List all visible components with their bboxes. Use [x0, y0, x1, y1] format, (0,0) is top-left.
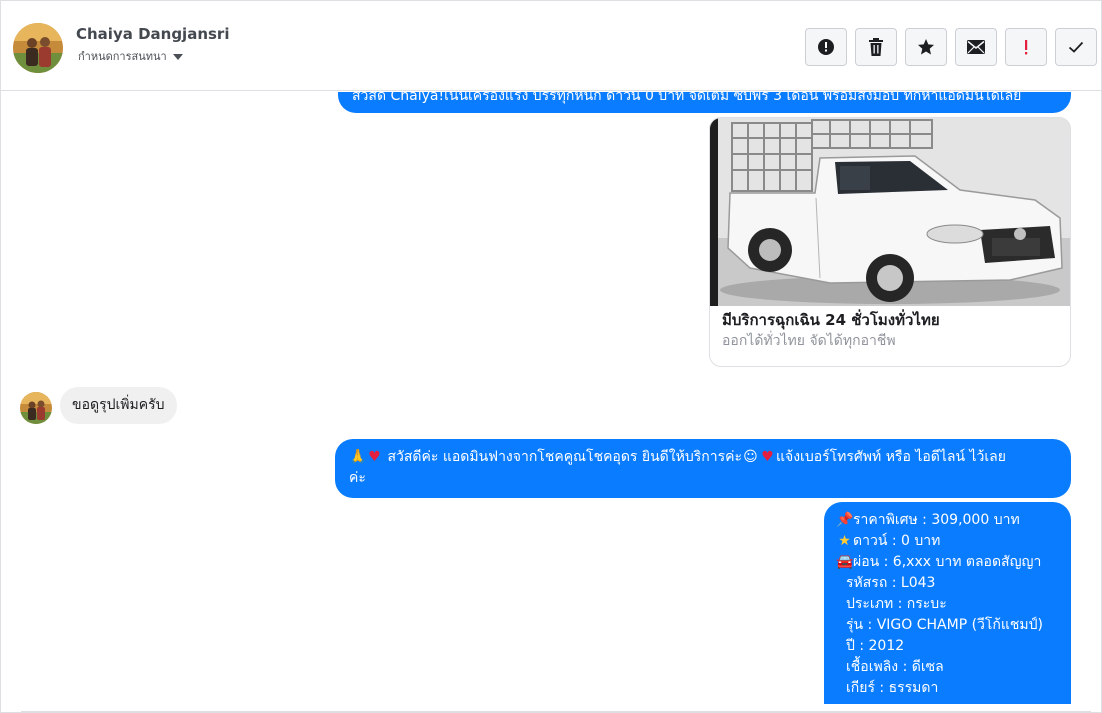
- star-icon: [918, 39, 934, 55]
- spec-price: ราคาพิเศษ : 309,000 บาท: [853, 512, 1020, 528]
- mail-button[interactable]: [955, 28, 997, 66]
- heart-icon: ♥: [368, 449, 381, 465]
- message-text: ค่ะ: [349, 470, 366, 486]
- star-emoji-icon: ★: [838, 533, 851, 549]
- priority-button[interactable]: [1005, 28, 1047, 66]
- mail-icon: [967, 40, 985, 54]
- smiling-face-icon: ☺: [743, 449, 758, 465]
- star-button[interactable]: [905, 28, 947, 66]
- card-subtitle: ออกได้ทั่วไทย จัดได้ทุกอาชีพ: [722, 333, 896, 349]
- message-thread[interactable]: สวัสดี Chaiya!เน้นเครื่องแรง บรรทุกหนัก …: [1, 92, 1101, 704]
- spec-year: ปี : 2012: [846, 638, 905, 654]
- spec-model: รุ่น : VIGO CHAMP (วีโก้แชมป์): [846, 617, 1044, 633]
- messenger-window: Chaiya Dangjansri กำหนดการสนทนา สวัสดี C…: [0, 0, 1102, 713]
- pickup-truck-image[interactable]: [710, 118, 1071, 306]
- trash-icon: [869, 38, 883, 56]
- spec-gear: เกียร์ : ธรรมดา: [846, 680, 939, 696]
- done-button[interactable]: [1055, 28, 1097, 66]
- pushpin-icon: 📌: [836, 512, 854, 528]
- message-text: แจ้งเบอร์โทรศัพท์ หรือ ไอดีไลน์ ไว้เลย: [775, 449, 1006, 465]
- outgoing-message[interactable]: สวัสดี Chaiya!เน้นเครื่องแรง บรรทุกหนัก …: [338, 92, 1071, 113]
- conversation-toolbar: [805, 28, 1097, 66]
- check-icon: [1068, 41, 1084, 53]
- spec-code: รหัสรถ : L043: [846, 575, 936, 591]
- spec-installment: ผ่อน : 6,xxx บาท ตลอดสัญญา: [853, 554, 1042, 570]
- spec-type: ประเภท : กระบะ: [846, 596, 947, 612]
- sender-avatar[interactable]: [20, 392, 52, 424]
- contact-avatar[interactable]: [13, 23, 63, 73]
- ad-card[interactable]: มีบริการฉุกเฉิน 24 ชั่วโมงทั่วไทย ออกได้…: [709, 117, 1071, 367]
- spec-fuel: เชื้อเพลิง : ดีเซล: [846, 659, 944, 675]
- car-icon: 🚘: [836, 554, 854, 570]
- message-text: สวัสดี Chaiya!เน้นเครื่องแรง บรรทุกหนัก …: [352, 92, 1022, 104]
- delete-button[interactable]: [855, 28, 897, 66]
- spec-down: ดาวน์ : 0 บาท: [853, 533, 941, 549]
- conversation-label-dropdown[interactable]: กำหนดการสนทนา: [78, 47, 183, 65]
- exclamation-icon: [1025, 40, 1028, 55]
- heart-icon: ♥: [761, 449, 774, 465]
- report-button[interactable]: [805, 28, 847, 66]
- message-text: ขอดูรุปเพิ่มครับ: [72, 397, 165, 413]
- incoming-message[interactable]: ขอดูรุปเพิ่มครับ: [60, 387, 177, 424]
- composer-divider: [21, 711, 1091, 712]
- caret-down-icon: [172, 53, 183, 60]
- message-text: สวัสดีค่ะ แอดมินฟางจากโชคคูณโชคอุดร ยินด…: [387, 449, 742, 465]
- conversation-label-text: กำหนดการสนทนา: [78, 50, 167, 63]
- card-title: มีบริการฉุกเฉิน 24 ชั่วโมงทั่วไทย: [722, 311, 940, 329]
- conversation-header: Chaiya Dangjansri กำหนดการสนทนา: [1, 1, 1101, 91]
- outgoing-message[interactable]: 🙏 ♥ สวัสดีค่ะ แอดมินฟางจากโชคคูณโชคอุดร ย…: [335, 439, 1071, 498]
- contact-name[interactable]: Chaiya Dangjansri: [76, 25, 229, 43]
- outgoing-message-specs[interactable]: 📌ราคาพิเศษ : 309,000 บาท ★ ดาวน์ : 0 บาท …: [824, 502, 1071, 704]
- alert-circle-icon: [818, 39, 834, 55]
- praying-hands-icon: 🙏: [349, 449, 367, 465]
